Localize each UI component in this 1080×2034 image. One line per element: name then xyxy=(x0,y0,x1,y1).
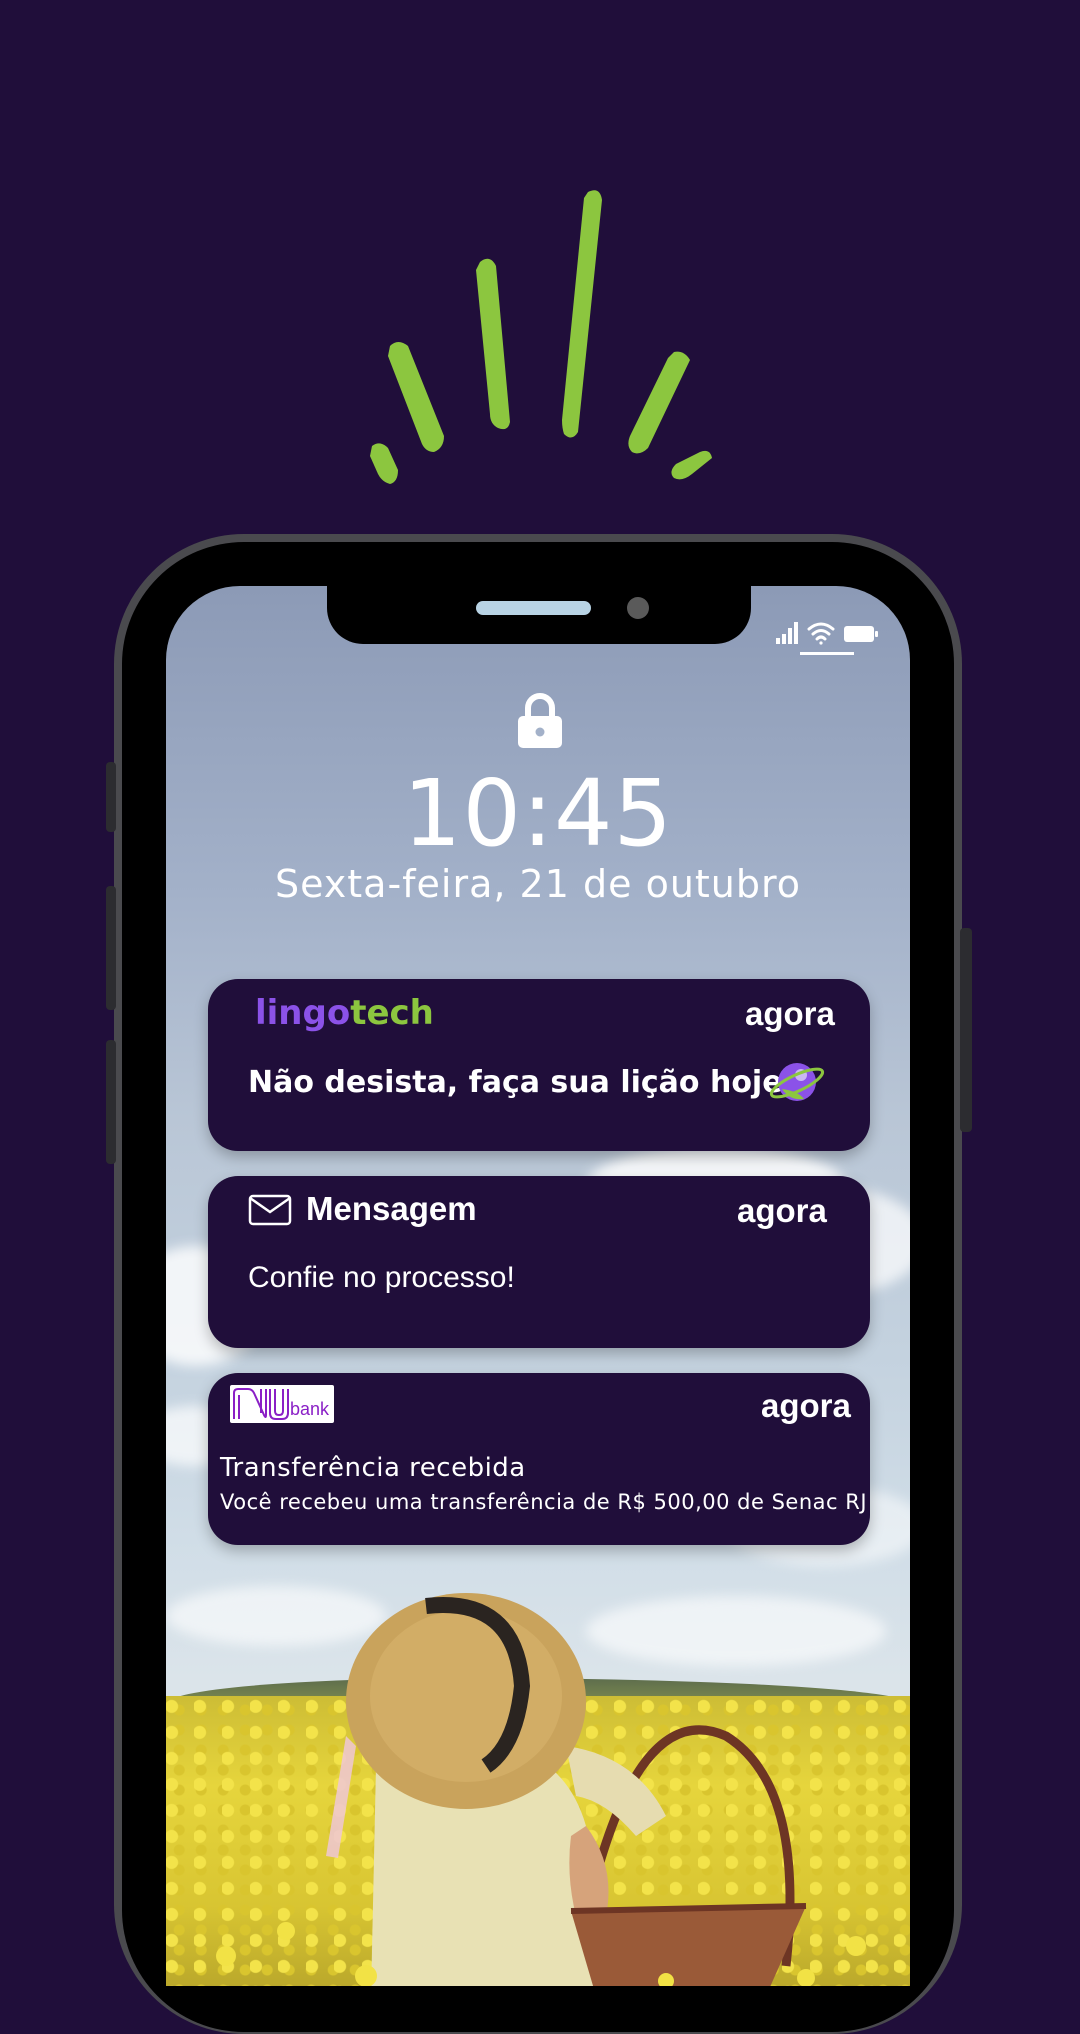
notification-time: agora xyxy=(737,1192,827,1229)
notification-time: agora xyxy=(745,995,835,1032)
nubank-logo: bank xyxy=(230,1385,334,1423)
notification-lingotech[interactable]: lingotech agora Não desista, faça sua li… xyxy=(208,979,870,1151)
notification-body: Não desista, faça sua lição hoje xyxy=(248,1065,783,1100)
speaker-grille xyxy=(476,601,591,615)
volume-up-button xyxy=(106,886,116,1010)
status-underline xyxy=(800,652,854,655)
mute-switch xyxy=(106,762,116,832)
notification-title: Transferência recebida xyxy=(220,1453,526,1483)
notification-body: Você recebeu uma transferência de R$ 500… xyxy=(220,1490,868,1514)
wifi-icon xyxy=(807,622,835,645)
notification-message[interactable]: Mensagem agora Confie no processo! xyxy=(208,1176,870,1348)
lingotech-logo: lingotech xyxy=(255,993,434,1033)
notification-nubank[interactable]: bank agora Transferência recebida Você r… xyxy=(208,1373,870,1545)
clock-date: Sexta-feira, 21 de outubro xyxy=(274,862,802,906)
lock-icon xyxy=(518,693,562,748)
notification-time: agora xyxy=(761,1387,851,1424)
envelope-icon xyxy=(248,1194,292,1226)
notification-title: Mensagem xyxy=(306,1190,477,1227)
front-camera xyxy=(627,597,649,619)
planet-icon xyxy=(769,1063,825,1101)
notification-body: Confie no processo! xyxy=(248,1261,515,1294)
volume-down-button xyxy=(106,1040,116,1164)
battery-icon xyxy=(844,626,878,642)
notch xyxy=(327,586,751,644)
status-bar xyxy=(774,616,884,656)
signal-icon xyxy=(776,622,798,644)
power-button xyxy=(960,928,972,1132)
sparkle-burst-icon xyxy=(370,190,712,484)
clock-time: 10:45 xyxy=(402,760,674,867)
